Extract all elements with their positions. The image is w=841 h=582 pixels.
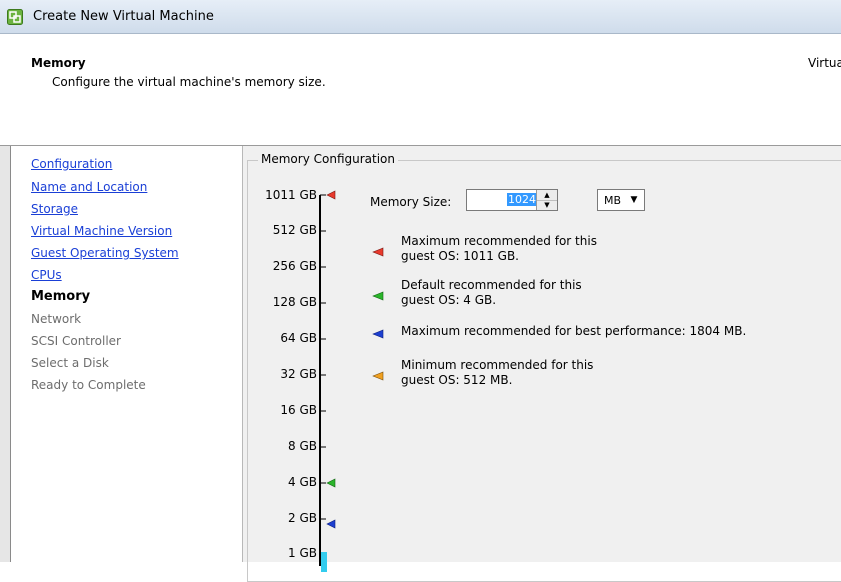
wizard-step-list: Configuration Name and Location Storage … [11,146,243,562]
memory-slider[interactable] [318,186,358,572]
spin-down-icon[interactable]: ▼ [537,200,557,210]
page-title: Memory [31,56,86,70]
max-performance-marker [326,519,336,529]
max-performance-legend-icon [372,329,384,339]
max-performance-text: Maximum recommended for best performance… [401,324,747,338]
page-description: Configure the virtual machine's memory s… [52,75,326,89]
scale-tick-label: 256 GB [272,259,317,273]
nav-scsi-controller: SCSI Controller [31,334,121,348]
scale-tick-label: 16 GB [280,403,317,417]
scale-tick-label: 8 GB [288,439,317,453]
nav-name-and-location[interactable]: Name and Location [31,180,147,194]
nav-cpus[interactable]: CPUs [31,268,62,282]
nav-virtual-machine-version[interactable]: Virtual Machine Version [31,224,172,238]
scale-tick-label: 512 GB [272,223,317,237]
window-title: Create New Virtual Machine [33,9,214,24]
scale-tick-label: 1011 GB [265,188,317,202]
default-recommended-marker [326,478,336,488]
header-right-text: Virtua [808,56,841,70]
nav-ready-to-complete: Ready to Complete [31,378,146,392]
wizard-body: Configuration Name and Location Storage … [0,146,841,582]
memory-unit-select[interactable]: MB ▼ [597,189,645,211]
max-recommended-text: Maximum recommended for this guest OS: 1… [401,234,597,263]
memory-configuration-legend: Memory Configuration [258,152,398,166]
chevron-down-icon[interactable]: ▼ [626,192,642,208]
slider-fill [321,552,327,572]
nav-memory-current: Memory [31,289,91,304]
scale-tick-label: 2 GB [288,511,317,525]
nav-configuration[interactable]: Configuration [31,157,112,171]
nav-guest-operating-system[interactable]: Guest Operating System [31,246,179,260]
default-recommended-text: Default recommended for this guest OS: 4… [401,278,582,307]
default-recommended-legend-icon [372,291,384,301]
scale-tick-label: 128 GB [272,295,317,309]
nav-storage[interactable]: Storage [31,202,78,216]
window-frame-left [0,146,11,562]
scale-tick-label: 32 GB [280,367,317,381]
memory-size-label: Memory Size: [370,195,452,209]
max-recommended-marker [326,190,336,200]
min-recommended-legend-icon [372,371,384,381]
scale-tick-label: 4 GB [288,475,317,489]
nav-network: Network [31,312,82,326]
vm-app-icon [7,9,23,25]
title-bar: Create New Virtual Machine [0,0,841,34]
scale-tick-label: 64 GB [280,331,317,345]
memory-size-value[interactable]: 1024 [507,193,537,206]
memory-unit-value: MB [604,194,622,207]
memory-size-spinner[interactable]: ▲ ▼ [536,190,557,210]
scale-tick-label: 1 GB [288,546,317,560]
nav-select-a-disk: Select a Disk [31,356,109,370]
max-recommended-legend-icon [372,247,384,257]
min-recommended-text: Minimum recommended for this guest OS: 5… [401,358,594,387]
wizard-header: Memory Configure the virtual machine's m… [0,34,841,146]
